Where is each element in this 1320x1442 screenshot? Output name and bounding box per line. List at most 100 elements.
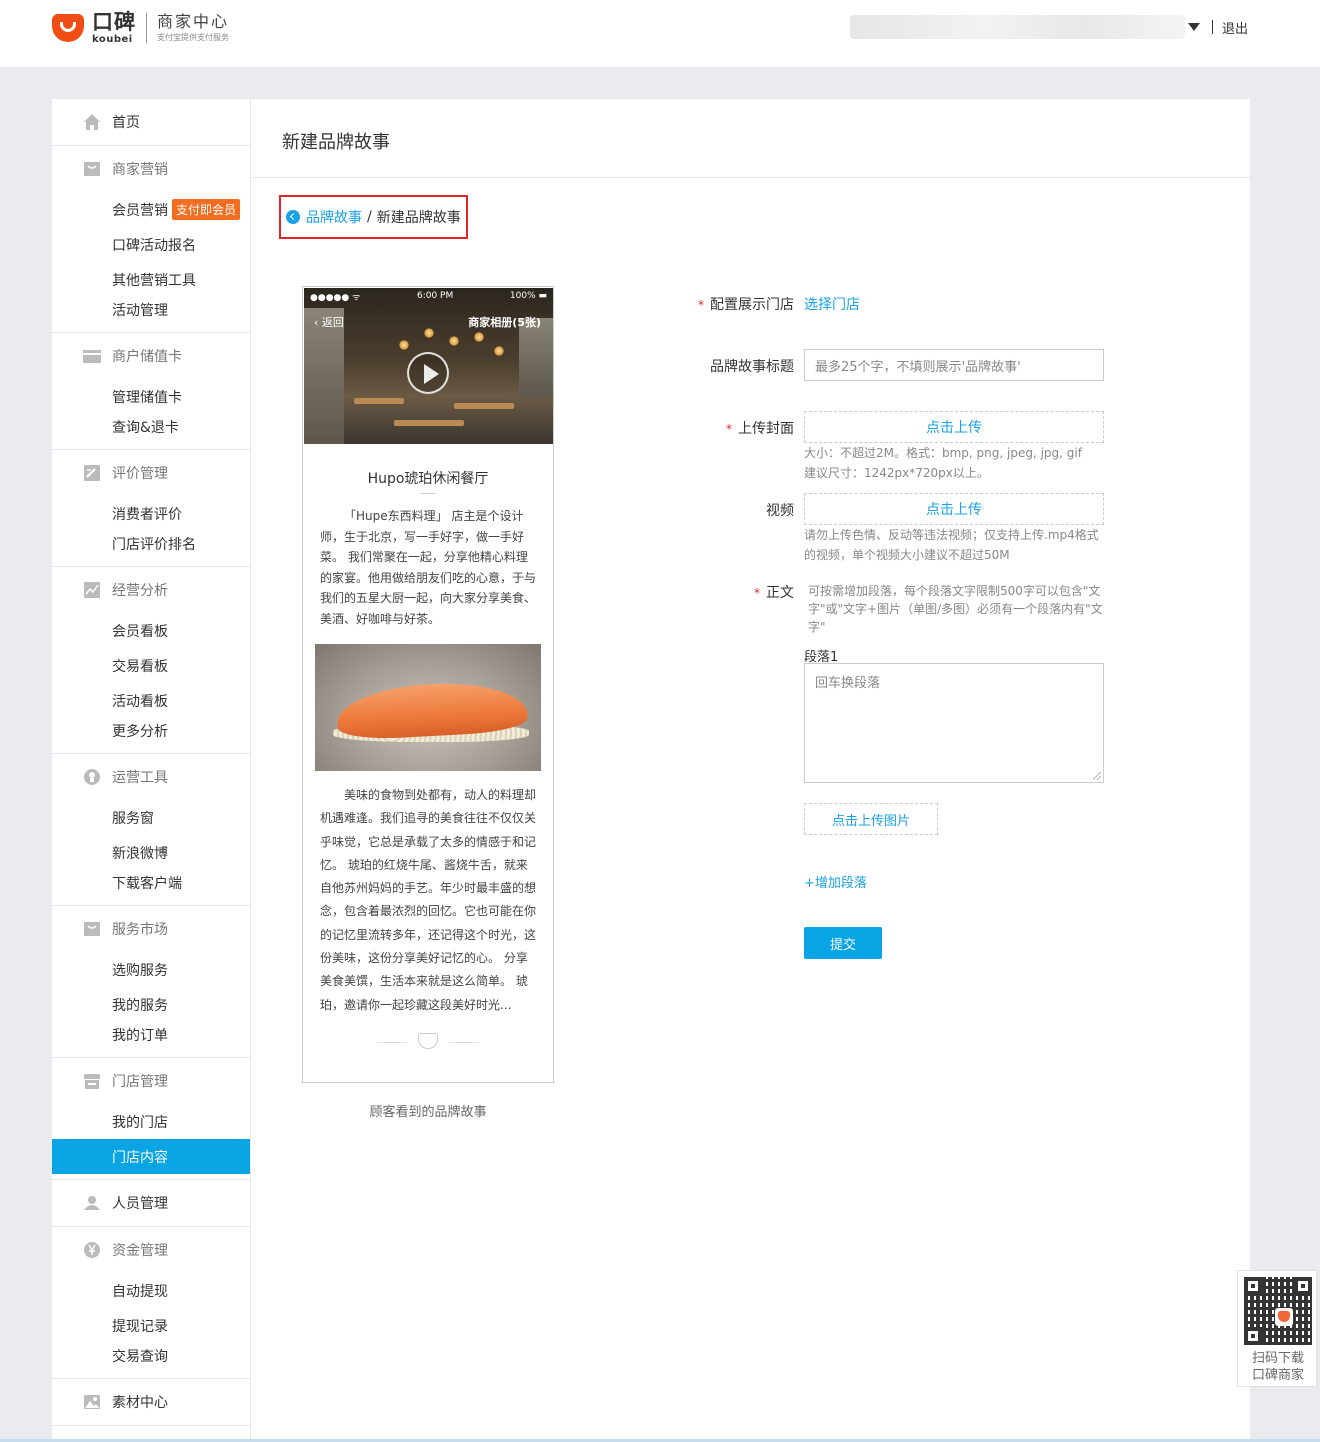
- sidebar-group-label: 门店管理: [112, 1074, 168, 1090]
- breadcrumb-current: 新建品牌故事: [376, 210, 461, 226]
- sidebar-item-withdraw-records[interactable]: 提现记录: [52, 1308, 250, 1343]
- qr-code-icon: [1244, 1277, 1312, 1345]
- koubei-logo[interactable]: 口碑 koubei 商家中心 支付宝提供支付服务: [50, 10, 229, 46]
- paragraph-textarea[interactable]: 回车换段落: [804, 663, 1104, 783]
- video-upload-button[interactable]: 点击上传: [804, 493, 1104, 525]
- breadcrumb-link-brand-story[interactable]: 品牌故事: [306, 207, 362, 227]
- sidebar-item-other-tools[interactable]: 其他营销工具: [52, 262, 250, 297]
- sidebar-item-label: 其他营销工具: [112, 272, 196, 289]
- play-icon: [407, 352, 449, 394]
- nav-group-material: 素材中心: [52, 1379, 250, 1426]
- sidebar-item-label: 消费者评价: [112, 506, 182, 523]
- sidebar-item-label: 服务窗: [112, 810, 154, 827]
- sidebar-item-manage-card[interactable]: 管理储值卡: [52, 379, 250, 414]
- nav-group-market: 服务市场 选购服务 我的服务 我的订单: [52, 906, 250, 1058]
- sidebar-group-label: 商家营销: [112, 162, 168, 178]
- title-divider: [252, 177, 1250, 178]
- sidebar-item-service-window[interactable]: 服务窗: [52, 800, 250, 835]
- select-store-link[interactable]: 选择门店: [804, 294, 860, 314]
- sidebar-item-label: 我的订单: [112, 1027, 168, 1044]
- sidebar-item-trade-board[interactable]: 交易看板: [52, 648, 250, 683]
- sidebar-item-buy-service[interactable]: 选购服务: [52, 952, 250, 987]
- sidebar-group-review[interactable]: 评价管理: [52, 450, 250, 496]
- video-label: 视频: [766, 503, 794, 519]
- page-title: 新建品牌故事: [282, 132, 390, 153]
- upload-image-button[interactable]: 点击上传图片: [804, 803, 938, 835]
- sidebar-group-label: 运营工具: [112, 770, 168, 786]
- phone-status-bar: ●●●●● ᯤ 6:00 PM 100% ▬: [304, 288, 553, 304]
- sidebar-item-member-marketing[interactable]: 会员营销 支付即会员: [52, 192, 250, 227]
- sidebar-group-store[interactable]: 门店管理: [52, 1058, 250, 1104]
- phone-album-link: 商家相册(5张): [468, 316, 541, 329]
- sidebar-item-download-client[interactable]: 下载客户端: [52, 870, 250, 905]
- cover-label: * 上传封面: [726, 421, 794, 437]
- sidebar-group-ops-tools[interactable]: 运营工具: [52, 754, 250, 800]
- sidebar-item-activity-signup[interactable]: 口碑活动报名: [52, 227, 250, 262]
- logo-divider: [146, 13, 147, 43]
- sidebar-group-analysis[interactable]: 经营分析: [52, 567, 250, 613]
- tools-icon: [84, 769, 100, 785]
- footer-line-left: [377, 1042, 407, 1043]
- top-header: 口碑 koubei 商家中心 支付宝提供支付服务 退出: [0, 0, 1320, 67]
- nav-group-marketing: 商家营销 会员营销 支付即会员 口碑活动报名 其他营销工具 活动管理: [52, 146, 250, 333]
- sidebar-item-member-board[interactable]: 会员看板: [52, 613, 250, 648]
- sidebar-item-consumer-review[interactable]: 消费者评价: [52, 496, 250, 531]
- sidebar-item-store-content[interactable]: 门店内容: [52, 1139, 250, 1174]
- sidebar-item-label: 提现记录: [112, 1318, 168, 1335]
- sidebar-item-more-analysis[interactable]: 更多分析: [52, 718, 250, 753]
- sidebar-item-home[interactable]: 首页: [52, 99, 250, 145]
- sidebar-group-material[interactable]: 素材中心: [52, 1379, 250, 1425]
- logout-link[interactable]: 退出: [1222, 18, 1248, 37]
- people-icon: [84, 1196, 100, 1210]
- sidebar-group-label: 经营分析: [112, 583, 168, 599]
- edit-icon: [84, 465, 100, 481]
- caret-down-icon[interactable]: [1188, 23, 1200, 31]
- sidebar-item-query-refund[interactable]: 查询&退卡: [52, 414, 250, 449]
- phone-nav: ‹ 返回 商家相册(5张): [304, 312, 553, 330]
- chart-icon: [84, 582, 100, 598]
- sidebar-item-trade-query[interactable]: 交易查询: [52, 1343, 250, 1378]
- koubei-logo-icon: [50, 12, 86, 44]
- sidebar-item-label: 交易看板: [112, 658, 168, 675]
- phone-preview: ●●●●● ᯤ 6:00 PM 100% ▬ ‹ 返回 商家相册(5张) Hup…: [302, 286, 554, 1083]
- qr-caption: 扫码下载 口碑商家: [1238, 1350, 1318, 1384]
- sidebar-item-activity-board[interactable]: 活动看板: [52, 683, 250, 718]
- sidebar-group-stored-card[interactable]: 商户储值卡: [52, 333, 250, 379]
- sidebar-item-store-ranking[interactable]: 门店评价排名: [52, 531, 250, 566]
- cover-hint-size: 大小：不超过2M。格式：bmp, png, jpeg, jpg, gif: [804, 446, 1082, 460]
- sidebar-group-label: 资金管理: [112, 1243, 168, 1259]
- sidebar-item-weibo[interactable]: 新浪微博: [52, 835, 250, 870]
- body-label: * 正文: [754, 585, 794, 601]
- cover-upload-button[interactable]: 点击上传: [804, 411, 1104, 443]
- cover-hint-dimension: 建议尺寸：1242px*720px以上。: [804, 466, 989, 480]
- account-name-blurred[interactable]: [850, 15, 1185, 39]
- submit-button[interactable]: 提交: [804, 927, 882, 959]
- preview-caption: 顾客看到的品牌故事: [369, 1105, 487, 1120]
- sidebar-item-activity-manage[interactable]: 活动管理: [52, 297, 250, 332]
- required-mark: *: [754, 586, 760, 600]
- sidebar-item-my-store[interactable]: 我的门店: [52, 1104, 250, 1139]
- center-subtitle: 支付宝提供支付服务: [157, 33, 229, 42]
- sidebar-item-my-orders[interactable]: 我的订单: [52, 1022, 250, 1057]
- sidebar-group-market[interactable]: 服务市场: [52, 906, 250, 952]
- resize-handle-icon[interactable]: [1093, 772, 1101, 780]
- back-arrow-icon[interactable]: [286, 210, 300, 224]
- story-title-input[interactable]: 最多25个字，不填则展示'品牌故事': [804, 349, 1104, 381]
- sidebar-group-label: 服务市场: [112, 922, 168, 938]
- sidebar-item-auto-withdraw[interactable]: 自动提现: [52, 1273, 250, 1308]
- sidebar-group-label: 人员管理: [112, 1196, 168, 1212]
- sidebar-item-my-service[interactable]: 我的服务: [52, 987, 250, 1022]
- video-hint: 请勿上传色情、反动等违法视频；仅支持上传.mp4格式的视频，单个视频大小建议不超…: [804, 528, 1099, 562]
- body-hint: 可按需增加段落，每个段落文字限制500字可以包含"文字"或"文字+图片（单图/多…: [808, 584, 1103, 634]
- phone-back-button: ‹ 返回: [314, 316, 344, 329]
- sidebar-group-staff[interactable]: 人员管理: [52, 1180, 250, 1226]
- qr-download-widget[interactable]: 扫码下载 口碑商家: [1237, 1270, 1317, 1387]
- sidebar-item-label: 新浪微博: [112, 845, 168, 862]
- sidebar-item-label: 门店评价排名: [112, 536, 196, 553]
- logo-cn: 口碑: [92, 9, 136, 34]
- status-battery: 100% ▬: [509, 291, 547, 301]
- sidebar-group-marketing[interactable]: 商家营销: [52, 146, 250, 192]
- sidebar-group-funds[interactable]: 资金管理: [52, 1227, 250, 1273]
- sidebar-item-label: 门店内容: [112, 1149, 168, 1166]
- add-paragraph-link[interactable]: +增加段落: [804, 872, 867, 891]
